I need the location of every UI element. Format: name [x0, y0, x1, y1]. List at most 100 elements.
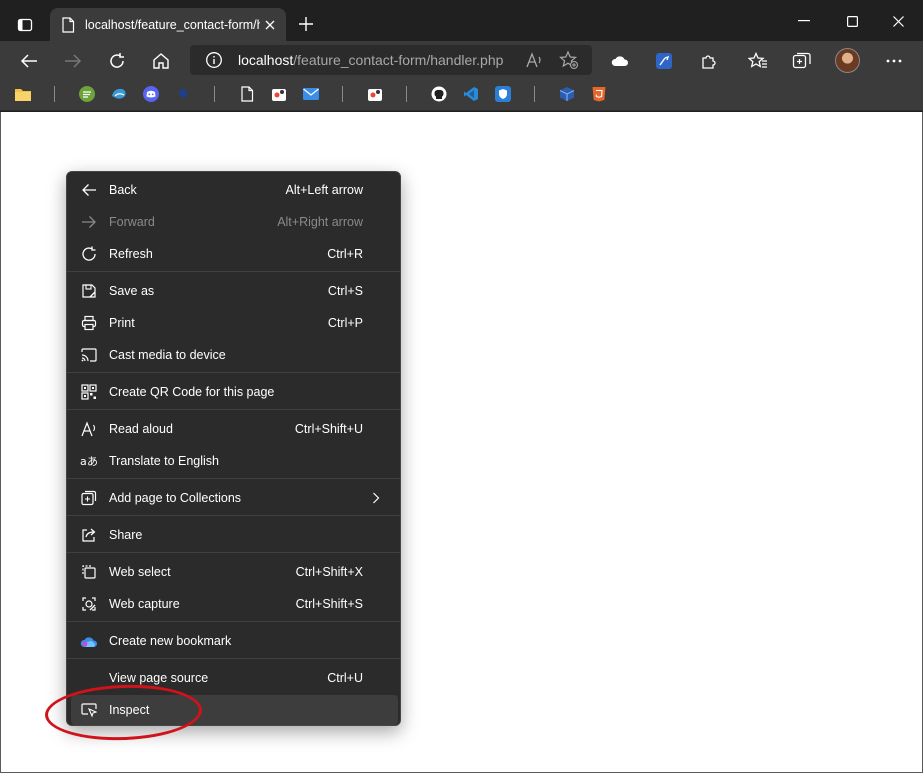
menu-item-cast[interactable]: Cast media to device: [71, 340, 398, 370]
edge-dev-icon[interactable]: [110, 85, 128, 103]
menu-item-view-source[interactable]: View page source Ctrl+U: [71, 663, 398, 693]
page-favicon-icon: [60, 16, 76, 33]
menu-item-share[interactable]: Share: [71, 520, 398, 550]
profile-avatar[interactable]: [835, 48, 860, 73]
separator: [534, 86, 535, 102]
menu-item-label: Web capture: [109, 597, 180, 611]
svg-text:あ: あ: [87, 455, 98, 468]
menu-separator: [67, 552, 400, 553]
extension-a-icon[interactable]: [270, 85, 288, 103]
cast-icon: [80, 346, 98, 364]
bitwarden-icon[interactable]: [494, 85, 512, 103]
menu-item-save-as[interactable]: Save as Ctrl+S: [71, 276, 398, 306]
separator: [342, 86, 343, 102]
print-icon: [80, 314, 98, 332]
forward-arrow-icon[interactable]: [59, 47, 87, 75]
menu-item-label: Web select: [109, 565, 171, 579]
cloud-extension-icon[interactable]: [606, 47, 634, 75]
menu-separator: [67, 409, 400, 410]
more-menu-icon[interactable]: [880, 47, 908, 75]
mail-icon[interactable]: [302, 85, 320, 103]
back-arrow-icon[interactable]: [15, 47, 43, 75]
page-icon[interactable]: [238, 85, 256, 103]
menu-item-shortcut: Ctrl+Shift+U: [294, 422, 363, 436]
refresh-icon: [80, 245, 98, 263]
tab-actions-icon[interactable]: [10, 11, 40, 39]
tab-title: localhost/feature_contact-form/handler.p…: [85, 17, 260, 32]
extension-blue-icon[interactable]: [650, 47, 678, 75]
menu-item-inspect[interactable]: Inspect: [71, 695, 398, 725]
save-icon: [80, 282, 98, 300]
extension-b-icon[interactable]: [366, 85, 384, 103]
minimize-icon[interactable]: [790, 9, 818, 33]
menu-item-qr-code[interactable]: Create QR Code for this page: [71, 377, 398, 407]
html5-icon[interactable]: [590, 85, 608, 103]
github-icon[interactable]: [430, 85, 448, 103]
favorites-icon[interactable]: [744, 47, 772, 75]
address-bar[interactable]: localhost/feature_contact-form/handler.p…: [190, 45, 592, 75]
separator: [406, 86, 407, 102]
menu-item-web-capture[interactable]: Web capture Ctrl+Shift+S: [71, 589, 398, 619]
translate-icon: aあ: [80, 452, 98, 470]
menu-item-shortcut: Ctrl+R: [327, 247, 363, 261]
menu-item-shortcut: Alt+Right arrow: [277, 215, 363, 229]
menu-item-label: Cast media to device: [109, 348, 226, 362]
tab-strip: localhost/feature_contact-form/handler.p…: [0, 0, 923, 41]
menu-item-translate[interactable]: aあ Translate to English: [71, 446, 398, 476]
menu-item-label: Translate to English: [109, 454, 220, 468]
home-icon[interactable]: [147, 47, 175, 75]
app-icon[interactable]: [174, 85, 192, 103]
menu-item-shortcut: Ctrl+U: [327, 671, 363, 685]
menu-item-label: View page source: [109, 671, 209, 685]
close-tab-icon[interactable]: [262, 17, 278, 33]
menu-item-label: Refresh: [109, 247, 153, 261]
menu-item-shortcut: Ctrl+Shift+X: [295, 565, 363, 579]
menu-item-label: Forward: [109, 215, 155, 229]
feedly-icon[interactable]: [78, 85, 96, 103]
separator: [214, 86, 215, 102]
site-info-icon[interactable]: [204, 50, 224, 70]
refresh-icon[interactable]: [103, 47, 131, 75]
window-frame-left: [0, 112, 1, 773]
menu-item-read-aloud[interactable]: Read aloud Ctrl+Shift+U: [71, 414, 398, 444]
collections-icon: [80, 489, 98, 507]
menu-item-label: Create QR Code for this page: [109, 385, 275, 399]
cloud-bookmark-icon: [80, 632, 98, 650]
menu-item-label: Back: [109, 183, 137, 197]
menu-item-label: Create new bookmark: [109, 634, 232, 648]
extensions-puzzle-icon[interactable]: [695, 47, 723, 75]
menu-item-label: Add page to Collections: [109, 491, 242, 505]
active-tab[interactable]: localhost/feature_contact-form/handler.p…: [50, 8, 286, 41]
qr-code-icon: [80, 383, 98, 401]
url-host: localhost: [238, 52, 294, 68]
menu-item-shortcut: Ctrl+S: [327, 284, 363, 298]
menu-item-forward[interactable]: Forward Alt+Right arrow: [71, 207, 398, 237]
menu-item-back[interactable]: Back Alt+Left arrow: [71, 175, 398, 205]
maximize-icon[interactable]: [838, 9, 866, 33]
menu-separator: [67, 621, 400, 622]
window-close-icon[interactable]: [884, 9, 912, 33]
url-path: /feature_contact-form/handler.php: [293, 52, 504, 68]
cube-icon[interactable]: [558, 85, 576, 103]
new-tab-icon[interactable]: [294, 12, 318, 36]
menu-item-create-bookmark[interactable]: Create new bookmark: [71, 626, 398, 656]
menu-item-web-select[interactable]: Web select Ctrl+Shift+X: [71, 557, 398, 587]
add-favorite-icon[interactable]: [559, 50, 579, 70]
vscode-icon[interactable]: [462, 85, 480, 103]
web-capture-icon: [80, 595, 98, 613]
navigation-bar: localhost/feature_contact-form/handler.p…: [0, 41, 923, 80]
read-aloud-icon[interactable]: [524, 50, 544, 70]
menu-item-print[interactable]: Print Ctrl+P: [71, 308, 398, 338]
favorites-bar: [0, 80, 923, 111]
menu-item-collections[interactable]: Add page to Collections: [71, 483, 398, 513]
folder-icon[interactable]: [14, 85, 32, 103]
share-icon: [80, 526, 98, 544]
collections-icon[interactable]: [788, 47, 816, 75]
menu-item-shortcut: Ctrl+Shift+S: [295, 597, 363, 611]
discord-icon[interactable]: [142, 85, 160, 103]
context-menu: Back Alt+Left arrow Forward Alt+Right ar…: [66, 171, 401, 726]
menu-separator: [67, 372, 400, 373]
menu-item-label: Share: [109, 528, 143, 542]
menu-item-refresh[interactable]: Refresh Ctrl+R: [71, 239, 398, 269]
menu-separator: [67, 515, 400, 516]
